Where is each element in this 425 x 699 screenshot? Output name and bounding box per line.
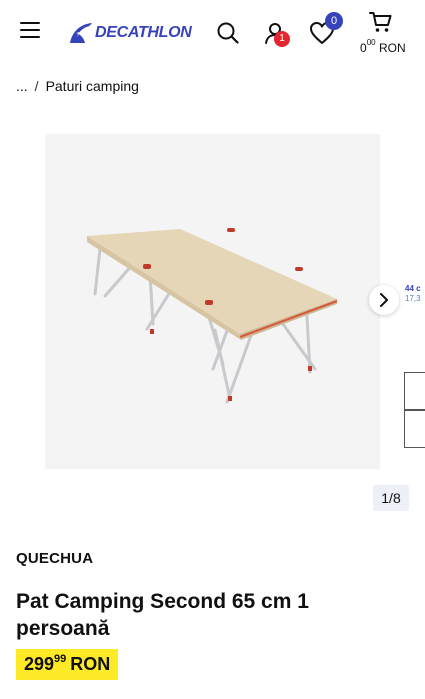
product-title: Pat Camping Second 65 cm 1 persoană <box>16 590 309 640</box>
menu-icon[interactable] <box>20 22 40 40</box>
logo-mark-icon <box>70 23 92 43</box>
decathlon-logo[interactable]: DECATHLON <box>68 20 192 46</box>
side-thumbnail[interactable] <box>404 372 425 410</box>
camping-cot-image <box>87 228 338 404</box>
side-peek-line1: 44 c <box>405 284 421 293</box>
price-dec: 99 <box>54 652 67 665</box>
gallery-counter: 1/8 <box>373 485 409 511</box>
gallery-next-button[interactable] <box>369 285 399 315</box>
wishlist-badge: 0 <box>325 12 343 30</box>
cart-currency: RON <box>378 41 406 55</box>
account-badge: 1 <box>274 31 290 47</box>
site-header: DECATHLON 1 0 000 RON <box>0 0 425 66</box>
breadcrumb-ellipsis[interactable]: ... <box>16 78 28 94</box>
chevron-right-icon <box>380 293 388 307</box>
cart-total-int: 0 <box>360 41 367 55</box>
price-int: 299 <box>24 654 55 674</box>
breadcrumb-separator: / <box>34 78 39 94</box>
cart-icon[interactable] <box>368 10 394 34</box>
cart-total-dec: 00 <box>366 38 376 47</box>
product-price: 299 99 RON <box>16 649 119 680</box>
breadcrumb: ... / Paturi camping <box>16 78 139 94</box>
product-brand[interactable]: QUECHUA <box>16 550 93 567</box>
cart-total[interactable]: 000 RON <box>360 38 406 55</box>
side-thumbnail[interactable] <box>404 410 425 448</box>
product-image-gallery[interactable] <box>45 134 380 469</box>
side-peek-line2: 17,3 <box>405 294 421 303</box>
search-icon[interactable] <box>215 20 241 46</box>
logo-text: DECATHLON <box>95 24 192 41</box>
price-currency: RON <box>70 654 111 674</box>
side-dimension-peek: 44 c 17,3 <box>405 284 421 304</box>
breadcrumb-current[interactable]: Paturi camping <box>46 78 139 94</box>
